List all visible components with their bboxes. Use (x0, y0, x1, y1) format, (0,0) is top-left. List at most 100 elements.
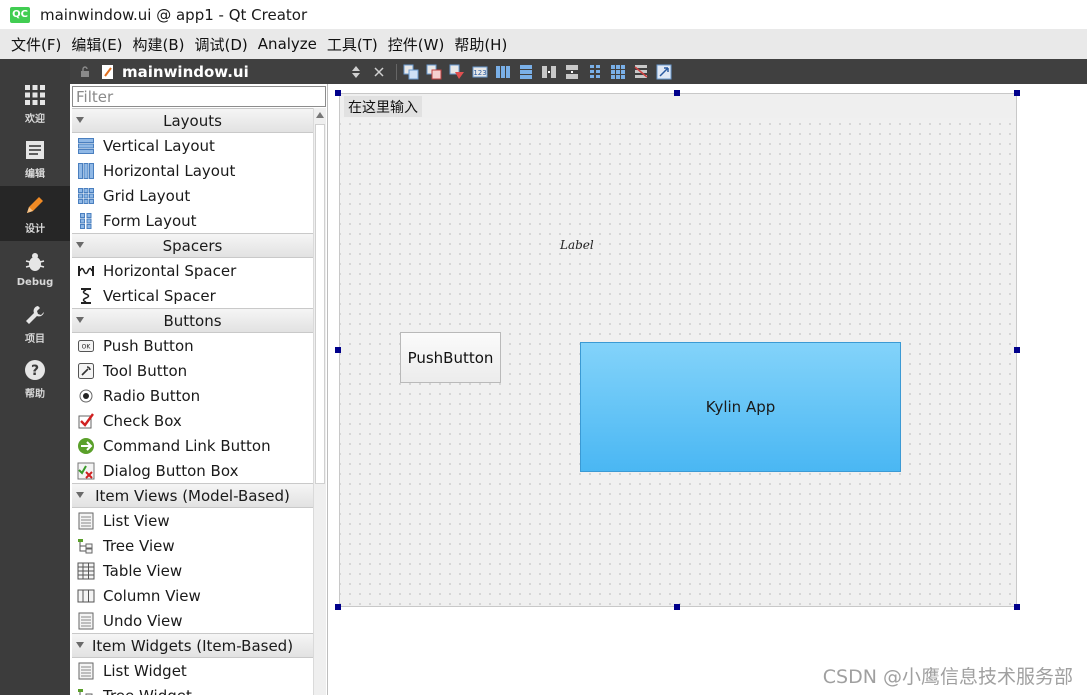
widget-grid-layout[interactable]: Grid Layout (72, 183, 313, 208)
vertical-layout-icon (76, 136, 96, 156)
mode-debug[interactable]: Debug (0, 241, 70, 296)
resize-handle[interactable] (335, 604, 341, 610)
widget-radio-button[interactable]: Radio Button (72, 383, 313, 408)
menu-analyze[interactable]: Analyze (253, 35, 322, 53)
widget-list-scrollbar[interactable] (313, 108, 326, 695)
menu-debug[interactable]: 调试(D) (190, 34, 253, 55)
main-window-form[interactable]: 在这里输入 Label PushButton Kylin App (339, 93, 1017, 607)
widget-label: Horizontal Spacer (103, 261, 237, 280)
edit-tab-order-icon[interactable]: 123 (470, 62, 490, 82)
label-widget[interactable]: Label (560, 238, 594, 252)
help-icon: ? (23, 358, 47, 382)
widget-tree-view[interactable]: Tree View (72, 533, 313, 558)
menu-help[interactable]: 帮助(H) (449, 34, 512, 55)
menu-tools[interactable]: 工具(T) (322, 34, 383, 55)
resize-handle[interactable] (1014, 347, 1020, 353)
vertical-spacer-icon (76, 286, 96, 306)
layout-horizontal-splitter-icon[interactable] (539, 62, 559, 82)
layout-grid-icon[interactable] (608, 62, 628, 82)
resize-handle[interactable] (674, 604, 680, 610)
break-layout-icon[interactable] (631, 62, 651, 82)
scroll-up-arrow-icon[interactable] (316, 112, 324, 118)
mode-sidebar: 欢迎 编辑 设计 Debug 项目 ? 帮助 (0, 59, 70, 695)
widget-label: Check Box (103, 411, 182, 430)
widget-column-view[interactable]: Column View (72, 583, 313, 608)
widget-vertical-layout[interactable]: Vertical Layout (72, 133, 313, 158)
edit-widgets-icon[interactable] (401, 62, 421, 82)
collapse-arrow-icon[interactable] (76, 492, 84, 498)
widget-table-view[interactable]: Table View (72, 558, 313, 583)
resize-handle[interactable] (674, 90, 680, 96)
title-bar: QC mainwindow.ui @ app1 - Qt Creator (0, 0, 1087, 29)
layout-vertical-splitter-icon[interactable] (562, 62, 582, 82)
grid-layout-icon (76, 186, 96, 206)
form-menu-bar[interactable]: 在这里输入 (340, 94, 1016, 118)
kylin-app-button[interactable]: Kylin App (580, 342, 901, 472)
sort-arrows-icon[interactable] (346, 62, 366, 82)
collapse-arrow-icon[interactable] (76, 117, 84, 123)
layout-horizontal-icon[interactable] (493, 62, 513, 82)
mode-label: Debug (16, 276, 54, 288)
svg-text:123: 123 (473, 69, 486, 77)
category-item-widgets[interactable]: Item Widgets (Item-Based) (72, 633, 313, 658)
mode-edit[interactable]: 编辑 (0, 131, 70, 186)
category-label: Buttons (163, 311, 222, 330)
category-item-views[interactable]: Item Views (Model-Based) (72, 483, 313, 508)
widget-push-button[interactable]: OK Push Button (72, 333, 313, 358)
mode-label: 项目 (25, 333, 45, 345)
list-view-icon (76, 511, 96, 531)
type-here-menu-placeholder[interactable]: 在这里输入 (344, 96, 422, 117)
horizontal-layout-icon (76, 161, 96, 181)
collapse-arrow-icon[interactable] (76, 242, 84, 248)
category-spacers[interactable]: Spacers (72, 233, 313, 258)
edit-signals-slots-icon[interactable] (424, 62, 444, 82)
edit-buddies-icon[interactable] (447, 62, 467, 82)
scrollbar-thumb[interactable] (315, 124, 325, 484)
layout-form-icon[interactable] (585, 62, 605, 82)
ui-file-icon (100, 64, 116, 80)
resize-handle[interactable] (1014, 604, 1020, 610)
menu-file[interactable]: 文件(F) (6, 34, 66, 55)
resize-handle[interactable] (1014, 90, 1020, 96)
resize-handle[interactable] (335, 90, 341, 96)
push-button-widget[interactable]: PushButton (400, 332, 501, 383)
widget-tree-widget[interactable]: Tree Widget (72, 683, 313, 695)
collapse-arrow-icon[interactable] (76, 642, 84, 648)
widget-undo-view[interactable]: Undo View (72, 608, 313, 633)
adjust-size-icon[interactable] (654, 62, 674, 82)
toolbar-separator (396, 63, 397, 80)
widget-label: Column View (103, 586, 201, 605)
tree-view-icon (76, 536, 96, 556)
widget-label: Grid Layout (103, 186, 191, 205)
widget-filter-input[interactable] (72, 86, 326, 107)
widget-vertical-spacer[interactable]: Vertical Spacer (72, 283, 313, 308)
close-document-icon[interactable] (369, 62, 389, 82)
widget-horizontal-layout[interactable]: Horizontal Layout (72, 158, 313, 183)
mode-welcome[interactable]: 欢迎 (0, 76, 70, 131)
lock-icon[interactable] (78, 65, 92, 79)
bug-icon (23, 250, 47, 274)
menu-build[interactable]: 构建(B) (128, 34, 190, 55)
widget-check-box[interactable]: Check Box (72, 408, 313, 433)
mode-help[interactable]: ? 帮助 (0, 351, 70, 406)
layout-vertical-icon[interactable] (516, 62, 536, 82)
category-layouts[interactable]: Layouts (72, 108, 313, 133)
horizontal-spacer-icon (76, 261, 96, 281)
mode-projects[interactable]: 项目 (0, 296, 70, 351)
menu-bar: 文件(F) 编辑(E) 构建(B) 调试(D) Analyze 工具(T) 控件… (0, 29, 1087, 59)
widget-dialog-button-box[interactable]: Dialog Button Box (72, 458, 313, 483)
widget-tool-button[interactable]: Tool Button (72, 358, 313, 383)
category-buttons[interactable]: Buttons (72, 308, 313, 333)
collapse-arrow-icon[interactable] (76, 317, 84, 323)
mode-design[interactable]: 设计 (0, 186, 70, 241)
menu-edit[interactable]: 编辑(E) (66, 34, 127, 55)
widget-list-widget[interactable]: List Widget (72, 658, 313, 683)
resize-handle[interactable] (335, 347, 341, 353)
document-title[interactable]: mainwindow.ui (122, 63, 249, 81)
widget-list-view[interactable]: List View (72, 508, 313, 533)
category-label: Layouts (163, 111, 222, 130)
widget-form-layout[interactable]: Form Layout (72, 208, 313, 233)
widget-command-link-button[interactable]: Command Link Button (72, 433, 313, 458)
menu-widgets[interactable]: 控件(W) (383, 34, 450, 55)
widget-horizontal-spacer[interactable]: Horizontal Spacer (72, 258, 313, 283)
